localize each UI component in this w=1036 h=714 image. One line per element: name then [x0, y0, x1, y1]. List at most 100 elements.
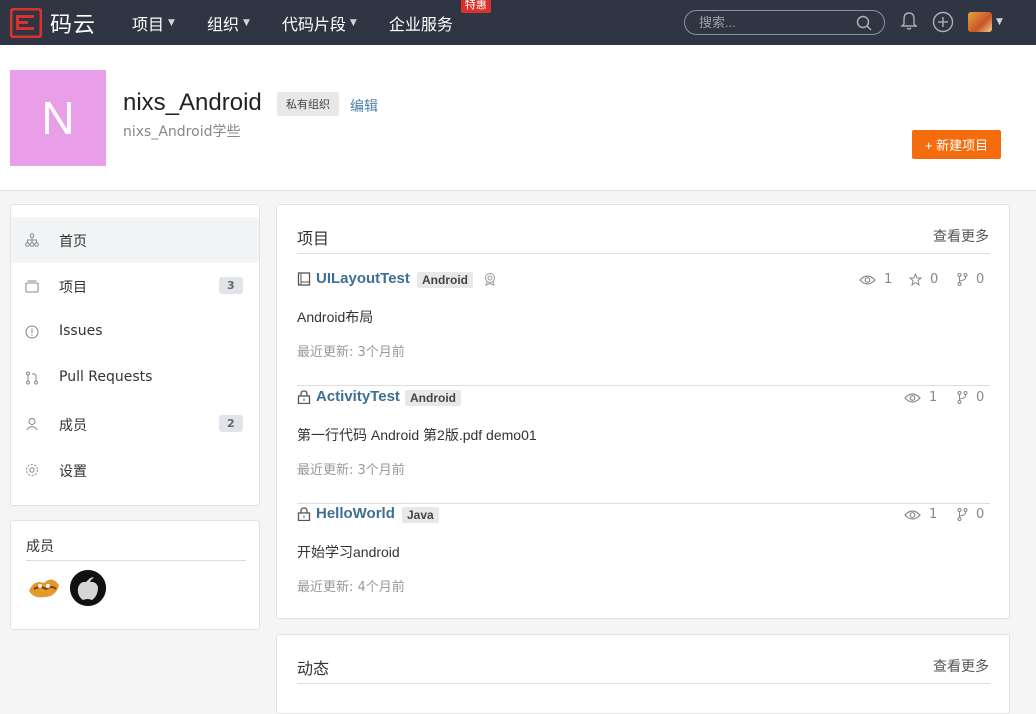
folder-icon	[25, 279, 39, 293]
org-description: nixs_Android学些	[123, 124, 241, 140]
nav-snippets[interactable]: 代码片段 ▼	[282, 11, 357, 35]
project-item: UILayoutTest Android 1 0 0 Android布局 最近更…	[297, 269, 990, 386]
watch-value: 1	[929, 507, 938, 522]
sidebar-item-members[interactable]: 成员 2	[11, 401, 259, 447]
divider	[297, 683, 990, 684]
language-badge[interactable]: Android	[405, 390, 461, 406]
language-badge[interactable]: Android	[417, 272, 473, 288]
members-title: 成员	[26, 539, 54, 555]
activity-title: 动态	[297, 659, 330, 678]
divider	[26, 560, 246, 561]
plus-circle-icon[interactable]	[932, 11, 954, 37]
sidebar-item-label: 成员	[59, 418, 87, 434]
nav-enterprise[interactable]: 企业服务 特惠	[388, 0, 491, 35]
caret-down-icon[interactable]: ▼	[996, 17, 1003, 27]
sidebar-item-home[interactable]: 首页	[11, 217, 259, 263]
star-icon	[909, 273, 922, 286]
view-more-link[interactable]: 查看更多	[933, 656, 989, 676]
new-project-button[interactable]: + 新建项目	[912, 130, 1001, 159]
activity-panel: 动态 查看更多	[276, 634, 1010, 714]
fork-count[interactable]: 0	[957, 507, 984, 522]
lock-icon	[297, 507, 311, 522]
count-badge: 2	[219, 415, 243, 432]
fork-icon	[957, 391, 968, 404]
member-avatar[interactable]	[26, 571, 62, 603]
sidebar-item-settings[interactable]: 设置	[11, 447, 259, 493]
project-description: 开始学习android	[297, 544, 400, 560]
view-more-link[interactable]: 查看更多	[933, 226, 989, 246]
nav-orgs[interactable]: 组织 ▼	[207, 11, 250, 35]
sidebar-item-issues[interactable]: Issues	[11, 309, 259, 355]
search-icon[interactable]	[856, 15, 872, 35]
nav-snippets-label: 代码片段	[281, 14, 346, 34]
eye-icon	[859, 274, 876, 285]
project-name[interactable]: HelloWorld	[316, 505, 395, 522]
org-avatar: N	[10, 70, 106, 166]
watch-count[interactable]: 1	[904, 507, 937, 522]
edit-link[interactable]: 编辑	[350, 96, 378, 116]
watch-count[interactable]: 1	[859, 272, 892, 287]
fork-count[interactable]: 0	[957, 390, 984, 405]
user-icon	[25, 417, 39, 431]
project-description: Android布局	[297, 309, 374, 325]
issue-icon	[25, 325, 39, 339]
nav-projects[interactable]: 项目 ▼	[132, 11, 175, 35]
repo-icon	[297, 272, 311, 286]
project-item: ActivityTest Android 1 0 第一行代码 Android 第…	[297, 387, 990, 504]
sidebar-item-label: Issues	[59, 323, 103, 339]
count-badge: 3	[219, 277, 243, 294]
gitee-logo-icon	[9, 7, 43, 38]
sidebar-item-label: 设置	[59, 464, 87, 480]
language-badge[interactable]: Java	[402, 507, 439, 523]
fork-count[interactable]: 0	[957, 272, 984, 287]
user-avatar[interactable]	[968, 12, 992, 32]
watch-value: 1	[884, 272, 893, 287]
divider	[297, 385, 990, 386]
fork-value: 0	[976, 272, 985, 287]
fork-icon	[957, 508, 968, 521]
caret-down-icon: ▼	[168, 17, 175, 28]
watch-count[interactable]: 1	[904, 390, 937, 405]
project-name[interactable]: ActivityTest	[316, 388, 400, 405]
brand[interactable]: 码云	[9, 7, 120, 39]
fork-value: 0	[976, 507, 985, 522]
eye-icon	[904, 392, 921, 403]
project-updated: 最近更新: 3个月前	[297, 463, 405, 478]
promo-badge: 特惠	[460, 0, 491, 13]
project-description: 第一行代码 Android 第2版.pdf demo01	[297, 427, 537, 443]
caret-down-icon: ▼	[349, 17, 357, 28]
watch-value: 1	[929, 390, 938, 405]
star-count[interactable]: 0	[909, 272, 938, 287]
nav-projects-label: 项目	[132, 14, 165, 34]
project-item: HelloWorld Java 1 0 开始学习android 最近更新: 4个…	[297, 504, 990, 621]
fork-value: 0	[976, 390, 985, 405]
project-name[interactable]: UILayoutTest	[316, 270, 410, 287]
fork-icon	[957, 273, 968, 286]
top-navbar: 码云 项目▼ 组织▼ 代码片段▼ 企业服务 特惠 ▼	[0, 0, 1036, 45]
sitemap-icon	[25, 233, 39, 247]
sidebar-item-projects[interactable]: 项目 3	[11, 263, 259, 309]
sidebar-item-label: Pull Requests	[59, 369, 153, 385]
sidebar-item-label: 首页	[59, 234, 87, 250]
lock-icon	[297, 390, 311, 405]
gear-icon	[25, 463, 39, 477]
private-org-badge: 私有组织	[277, 92, 339, 116]
nav-orgs-label: 组织	[206, 14, 239, 34]
bell-icon[interactable]	[900, 11, 918, 35]
sidebar-item-pull-requests[interactable]: Pull Requests	[11, 355, 259, 401]
search-input[interactable]	[685, 15, 845, 30]
brand-name: 码云	[50, 12, 97, 38]
sidebar-item-label: 项目	[59, 280, 87, 296]
member-avatar[interactable]	[70, 570, 106, 606]
org-name: nixs_Android	[123, 89, 262, 116]
sidebar-menu: 首页 项目 3 Issues Pull Requests 成员 2 设置	[10, 204, 260, 506]
search-box[interactable]	[684, 10, 885, 35]
projects-title: 项目	[297, 229, 330, 248]
nav-enterprise-label: 企业服务	[388, 14, 453, 34]
award-icon	[483, 272, 497, 290]
project-updated: 最近更新: 3个月前	[297, 345, 405, 360]
eye-icon	[904, 509, 921, 520]
project-updated: 最近更新: 4个月前	[297, 580, 405, 595]
members-card: 成员	[10, 520, 260, 630]
star-value: 0	[930, 272, 939, 287]
